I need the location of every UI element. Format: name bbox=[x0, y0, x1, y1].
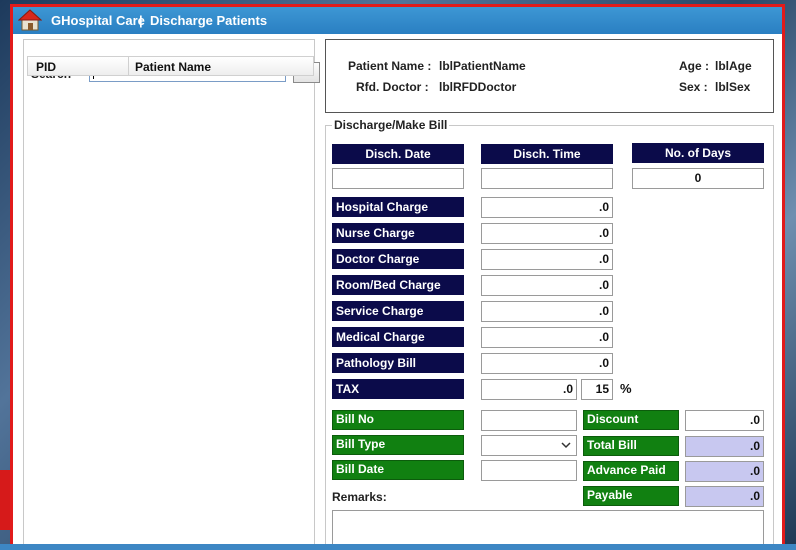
doctor-label: Rfd. Doctor : bbox=[356, 80, 429, 94]
days-label: No. of Days bbox=[632, 143, 764, 163]
bill-date-label: Bill Date bbox=[332, 460, 464, 480]
tax-label: TAX bbox=[332, 379, 464, 399]
column-divider[interactable] bbox=[128, 57, 129, 75]
taskbar-edge bbox=[0, 544, 796, 550]
disch-date-input[interactable] bbox=[332, 168, 464, 189]
tax-rate-input[interactable]: 15 bbox=[581, 379, 613, 400]
chevron-down-icon[interactable] bbox=[561, 439, 571, 451]
sex-label: Sex : bbox=[679, 80, 708, 94]
tax-amount-field[interactable]: .0 bbox=[481, 379, 577, 400]
service-charge-input[interactable]: .0 bbox=[481, 301, 613, 322]
patient-name-value: lblPatientName bbox=[439, 59, 526, 73]
payable-label: Payable bbox=[583, 486, 679, 506]
hospital-charge-label: Hospital Charge bbox=[332, 197, 464, 217]
room-bed-charge-label: Room/Bed Charge bbox=[332, 275, 464, 295]
group-title: Discharge/Make Bill bbox=[332, 118, 450, 132]
nurse-charge-label: Nurse Charge bbox=[332, 223, 464, 243]
medical-charge-label: Medical Charge bbox=[332, 327, 464, 347]
pathology-bill-label: Pathology Bill bbox=[332, 353, 464, 373]
service-charge-label: Service Charge bbox=[332, 301, 464, 321]
discharge-window: GHospital Care | Discharge Patients Sear… bbox=[10, 4, 785, 550]
bill-type-select[interactable] bbox=[481, 435, 577, 456]
percent-sign: % bbox=[620, 381, 632, 396]
patient-grid-header: PID Patient Name bbox=[27, 56, 314, 76]
total-bill-field[interactable]: .0 bbox=[685, 436, 764, 457]
hospital-charge-input[interactable]: .0 bbox=[481, 197, 613, 218]
remarks-label: Remarks: bbox=[332, 490, 387, 504]
column-pid[interactable]: PID bbox=[36, 60, 56, 74]
age-label: Age : bbox=[679, 59, 709, 73]
discount-label: Discount bbox=[583, 410, 679, 430]
title-bar: GHospital Care | Discharge Patients bbox=[13, 7, 782, 34]
disch-time-input[interactable] bbox=[481, 168, 613, 189]
payable-field[interactable]: .0 bbox=[685, 486, 764, 507]
advance-paid-label: Advance Paid bbox=[583, 461, 679, 481]
advance-paid-field[interactable]: .0 bbox=[685, 461, 764, 482]
age-value: lblAge bbox=[715, 59, 752, 73]
column-patient-name[interactable]: Patient Name bbox=[135, 60, 211, 74]
bill-type-label: Bill Type bbox=[332, 435, 464, 455]
bill-no-input[interactable] bbox=[481, 410, 577, 431]
pathology-bill-input[interactable]: .0 bbox=[481, 353, 613, 374]
disch-time-label: Disch. Time bbox=[481, 144, 613, 164]
patient-info-box: Patient Name : lblPatientName Rfd. Docto… bbox=[325, 39, 774, 113]
disch-date-label: Disch. Date bbox=[332, 144, 464, 164]
doctor-charge-label: Doctor Charge bbox=[332, 249, 464, 269]
doctor-value: lblRFDDoctor bbox=[439, 80, 517, 94]
discount-input[interactable]: .0 bbox=[685, 410, 764, 431]
room-bed-charge-input[interactable]: .0 bbox=[481, 275, 613, 296]
page-title: Discharge Patients bbox=[150, 13, 268, 28]
days-field[interactable]: 0 bbox=[632, 168, 764, 189]
home-icon[interactable] bbox=[18, 9, 42, 31]
patient-name-label: Patient Name : bbox=[348, 59, 432, 73]
patient-search-panel: Search ... bbox=[23, 39, 320, 550]
doctor-charge-input[interactable]: .0 bbox=[481, 249, 613, 270]
total-bill-label: Total Bill bbox=[583, 436, 679, 456]
nurse-charge-input[interactable]: .0 bbox=[481, 223, 613, 244]
medical-charge-input[interactable]: .0 bbox=[481, 327, 613, 348]
bill-date-input[interactable] bbox=[481, 460, 577, 481]
title-separator: | bbox=[139, 13, 143, 28]
sex-value: lblSex bbox=[715, 80, 751, 94]
bill-no-label: Bill No bbox=[332, 410, 464, 430]
app-title: GHospital Care bbox=[51, 13, 145, 28]
